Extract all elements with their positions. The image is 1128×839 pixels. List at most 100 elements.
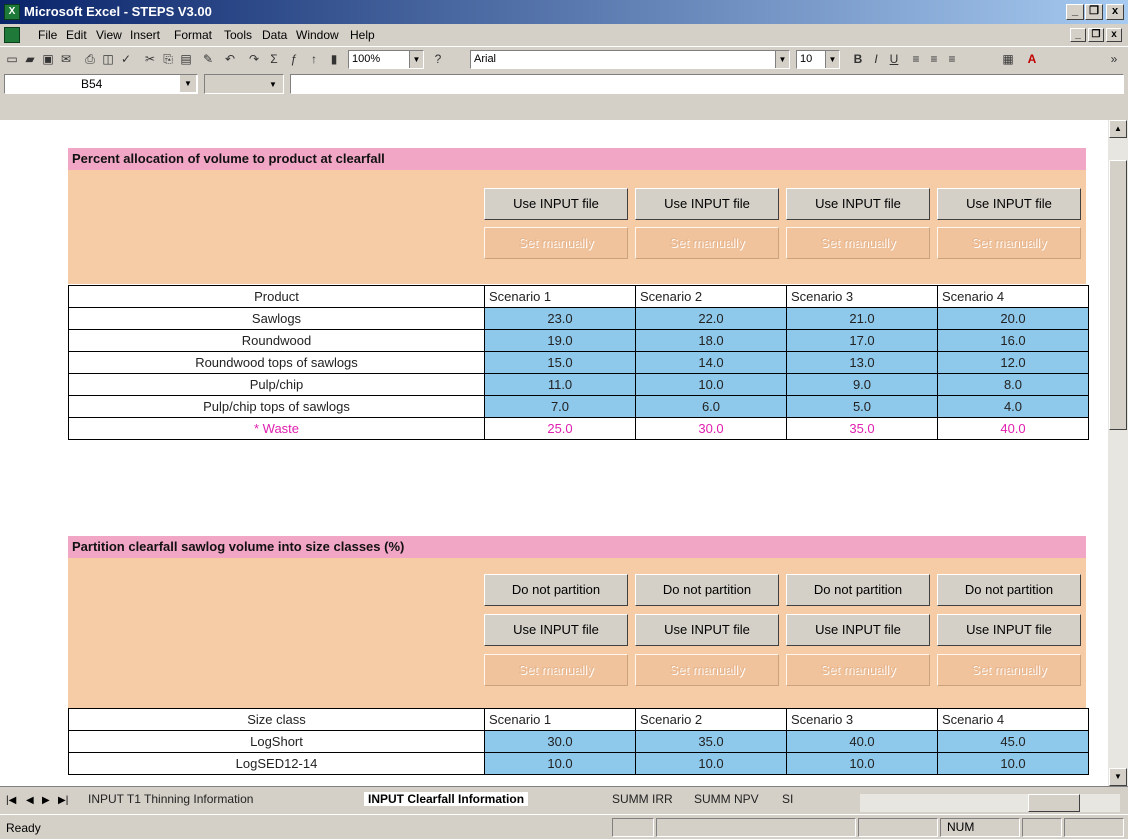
redo-icon[interactable]: ↷ bbox=[246, 51, 262, 67]
use-input-file-button-s3[interactable]: Use INPUT file bbox=[786, 188, 930, 220]
do-not-partition-button-s1[interactable]: Do not partition bbox=[484, 574, 628, 606]
menu-file[interactable]: File bbox=[38, 28, 57, 42]
value-cell[interactable]: 13.0 bbox=[786, 351, 938, 374]
tab-si[interactable]: SI bbox=[782, 792, 793, 806]
toolbar-options-icon[interactable]: » bbox=[1106, 51, 1122, 67]
value-cell[interactable]: 35.0 bbox=[635, 730, 787, 753]
sort-ascending-icon[interactable]: ↑ bbox=[306, 51, 322, 67]
value-cell[interactable]: 21.0 bbox=[786, 307, 938, 330]
menu-data[interactable]: Data bbox=[262, 28, 287, 42]
value-cell[interactable]: 10.0 bbox=[635, 752, 787, 775]
do-not-partition-button-s4[interactable]: Do not partition bbox=[937, 574, 1081, 606]
print-preview-icon[interactable]: ◫ bbox=[100, 51, 116, 67]
restore-button[interactable]: ❐ bbox=[1085, 4, 1103, 20]
do-not-partition-button-s3[interactable]: Do not partition bbox=[786, 574, 930, 606]
value-cell[interactable]: 6.0 bbox=[635, 395, 787, 418]
align-left-icon[interactable]: ≡ bbox=[908, 51, 924, 67]
paste-icon[interactable]: ▤ bbox=[178, 51, 194, 67]
tab-input-clearfall[interactable]: INPUT Clearfall Information bbox=[364, 792, 529, 806]
underline-button[interactable]: U bbox=[886, 51, 902, 67]
autosum-icon[interactable]: Σ bbox=[266, 51, 282, 67]
menu-edit[interactable]: Edit bbox=[66, 28, 87, 42]
use-input-file-button-s4[interactable]: Use INPUT file bbox=[937, 614, 1081, 646]
cut-icon[interactable]: ✂ bbox=[142, 51, 158, 67]
copy-icon[interactable]: ⎘ bbox=[160, 51, 176, 67]
email-icon[interactable]: ✉ bbox=[58, 51, 74, 67]
workbook-icon[interactable] bbox=[4, 27, 20, 43]
value-cell[interactable]: 14.0 bbox=[635, 351, 787, 374]
minimize-button[interactable]: _ bbox=[1066, 4, 1084, 20]
function-dropdown[interactable]: ▼ bbox=[204, 74, 284, 94]
doc-close-button[interactable]: x bbox=[1106, 28, 1122, 42]
use-input-file-button-s2[interactable]: Use INPUT file bbox=[635, 614, 779, 646]
scroll-thumb[interactable] bbox=[1028, 794, 1080, 812]
font-select[interactable]: Arial ▼ bbox=[470, 50, 790, 69]
next-sheet-icon[interactable]: ▶ bbox=[42, 795, 50, 806]
value-cell[interactable]: 8.0 bbox=[937, 373, 1089, 396]
formula-input[interactable] bbox=[290, 74, 1124, 94]
value-cell[interactable]: 15.0 bbox=[484, 351, 636, 374]
help-icon[interactable]: ? bbox=[430, 51, 446, 67]
bold-button[interactable]: B bbox=[850, 51, 866, 67]
value-cell[interactable]: 22.0 bbox=[635, 307, 787, 330]
menu-window[interactable]: Window bbox=[296, 28, 339, 42]
tab-summ-npv[interactable]: SUMM NPV bbox=[694, 792, 759, 806]
value-cell[interactable]: 40.0 bbox=[786, 730, 938, 753]
value-cell[interactable]: 10.0 bbox=[635, 373, 787, 396]
borders-icon[interactable]: ▦ bbox=[1000, 51, 1016, 67]
last-sheet-icon[interactable]: ▶| bbox=[58, 795, 68, 806]
do-not-partition-button-s2[interactable]: Do not partition bbox=[635, 574, 779, 606]
value-cell[interactable]: 19.0 bbox=[484, 329, 636, 352]
value-cell[interactable]: 17.0 bbox=[786, 329, 938, 352]
undo-icon[interactable]: ↶ bbox=[222, 51, 238, 67]
value-cell[interactable]: 11.0 bbox=[484, 373, 636, 396]
value-cell[interactable]: 45.0 bbox=[937, 730, 1089, 753]
chevron-down-icon[interactable]: ▼ bbox=[409, 51, 423, 68]
tab-input-t1-thinning[interactable]: INPUT T1 Thinning Information bbox=[88, 792, 253, 806]
value-cell[interactable]: 12.0 bbox=[937, 351, 1089, 374]
value-cell[interactable]: 30.0 bbox=[484, 730, 636, 753]
spelling-icon[interactable]: ✓ bbox=[118, 51, 134, 67]
font-size-select[interactable]: 10 ▼ bbox=[796, 50, 840, 69]
menu-format[interactable]: Format bbox=[174, 28, 212, 42]
doc-restore-button[interactable]: ❐ bbox=[1088, 28, 1104, 42]
menu-insert[interactable]: Insert bbox=[130, 28, 160, 42]
value-cell[interactable]: 4.0 bbox=[937, 395, 1089, 418]
value-cell[interactable]: 10.0 bbox=[484, 752, 636, 775]
value-cell[interactable]: 18.0 bbox=[635, 329, 787, 352]
value-cell[interactable]: 9.0 bbox=[786, 373, 938, 396]
worksheet[interactable]: Percent allocation of volume to product … bbox=[0, 120, 1108, 786]
value-cell[interactable]: 10.0 bbox=[786, 752, 938, 775]
value-cell[interactable]: 7.0 bbox=[484, 395, 636, 418]
format-painter-icon[interactable]: ✎ bbox=[200, 51, 216, 67]
scroll-thumb[interactable] bbox=[1109, 160, 1127, 430]
italic-button[interactable]: I bbox=[868, 51, 884, 67]
value-cell[interactable]: 23.0 bbox=[484, 307, 636, 330]
vertical-scrollbar[interactable]: ▲ ▼ bbox=[1108, 120, 1128, 786]
scroll-down-icon[interactable]: ▼ bbox=[1109, 768, 1127, 786]
use-input-file-button-s2[interactable]: Use INPUT file bbox=[635, 188, 779, 220]
use-input-file-button-s4[interactable]: Use INPUT file bbox=[937, 188, 1081, 220]
horizontal-scrollbar[interactable] bbox=[860, 794, 1120, 812]
use-input-file-button-s3[interactable]: Use INPUT file bbox=[786, 614, 930, 646]
chevron-down-icon[interactable]: ▼ bbox=[775, 51, 789, 68]
use-input-file-button-s1[interactable]: Use INPUT file bbox=[484, 188, 628, 220]
value-cell[interactable]: 5.0 bbox=[786, 395, 938, 418]
close-button[interactable]: x bbox=[1106, 4, 1124, 20]
print-icon[interactable]: ⎙ bbox=[82, 51, 98, 67]
menu-tools[interactable]: Tools bbox=[224, 28, 252, 42]
new-icon[interactable]: ▭ bbox=[4, 51, 20, 67]
doc-minimize-button[interactable]: _ bbox=[1070, 28, 1086, 42]
tab-summ-irr[interactable]: SUMM IRR bbox=[612, 792, 673, 806]
menu-help[interactable]: Help bbox=[350, 28, 375, 42]
align-center-icon[interactable]: ≡ bbox=[926, 51, 942, 67]
zoom-select[interactable]: 100% ▼ bbox=[348, 50, 424, 69]
first-sheet-icon[interactable]: |◀ bbox=[6, 795, 16, 806]
save-icon[interactable]: ▣ bbox=[40, 51, 56, 67]
function-icon[interactable]: ƒ bbox=[286, 51, 302, 67]
use-input-file-button-s1[interactable]: Use INPUT file bbox=[484, 614, 628, 646]
chevron-down-icon[interactable]: ▼ bbox=[825, 51, 839, 68]
name-box[interactable]: B54 bbox=[4, 74, 198, 94]
open-icon[interactable]: ▰ bbox=[22, 51, 38, 67]
menu-view[interactable]: View bbox=[96, 28, 122, 42]
